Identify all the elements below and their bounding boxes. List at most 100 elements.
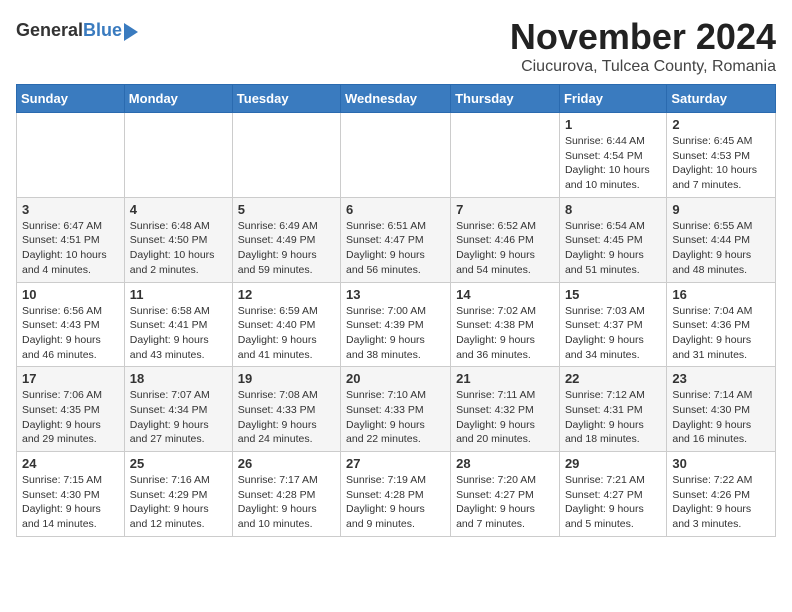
logo-general-text: General <box>16 20 83 41</box>
calendar-day-cell: 9 Sunrise: 6:55 AM Sunset: 4:44 PM Daylig… <box>667 197 776 282</box>
day-info: Sunrise: 6:56 AM Sunset: 4:43 PM Dayligh… <box>22 304 119 363</box>
calendar-day-cell: 19Sunrise: 7:08 AM Sunset: 4:33 PM Dayli… <box>232 367 340 452</box>
weekday-header: Monday <box>124 85 232 113</box>
day-number: 27 <box>346 456 445 471</box>
day-info: Sunrise: 7:19 AM Sunset: 4:28 PM Dayligh… <box>346 473 445 532</box>
calendar-day-cell: 1 Sunrise: 6:44 AM Sunset: 4:54 PM Daylig… <box>559 113 666 198</box>
day-info: Sunrise: 7:06 AM Sunset: 4:35 PM Dayligh… <box>22 388 119 447</box>
day-number: 26 <box>238 456 335 471</box>
day-info: Sunrise: 7:07 AM Sunset: 4:34 PM Dayligh… <box>130 388 227 447</box>
day-info: Sunrise: 6:44 AM Sunset: 4:54 PM Dayligh… <box>565 134 661 193</box>
day-number: 1 <box>565 117 661 132</box>
day-info: Sunrise: 6:54 AM Sunset: 4:45 PM Dayligh… <box>565 219 661 278</box>
calendar-day-cell: 5Sunrise: 6:49 AM Sunset: 4:49 PM Daylig… <box>232 197 340 282</box>
day-number: 9 <box>672 202 770 217</box>
calendar-day-cell: 7Sunrise: 6:52 AM Sunset: 4:46 PM Daylig… <box>451 197 560 282</box>
day-number: 3 <box>22 202 119 217</box>
weekday-header: Thursday <box>451 85 560 113</box>
day-number: 2 <box>672 117 770 132</box>
calendar-day-cell: 16 Sunrise: 7:04 AM Sunset: 4:36 PM Dayli… <box>667 282 776 367</box>
month-year-title: November 2024 <box>510 16 776 58</box>
day-number: 21 <box>456 371 554 386</box>
day-info: Sunrise: 6:49 AM Sunset: 4:49 PM Dayligh… <box>238 219 335 278</box>
day-number: 17 <box>22 371 119 386</box>
weekday-header: Saturday <box>667 85 776 113</box>
day-number: 20 <box>346 371 445 386</box>
calendar-day-cell: 21 Sunrise: 7:11 AM Sunset: 4:32 PM Dayli… <box>451 367 560 452</box>
day-number: 25 <box>130 456 227 471</box>
calendar-day-cell: 18 Sunrise: 7:07 AM Sunset: 4:34 PM Dayli… <box>124 367 232 452</box>
day-info: Sunrise: 6:48 AM Sunset: 4:50 PM Dayligh… <box>130 219 227 278</box>
day-info: Sunrise: 6:45 AM Sunset: 4:53 PM Dayligh… <box>672 134 770 193</box>
calendar-header-row: SundayMondayTuesdayWednesdayThursdayFrid… <box>17 85 776 113</box>
day-number: 10 <box>22 287 119 302</box>
day-info: Sunrise: 7:17 AM Sunset: 4:28 PM Dayligh… <box>238 473 335 532</box>
day-number: 28 <box>456 456 554 471</box>
day-number: 18 <box>130 371 227 386</box>
day-info: Sunrise: 7:08 AM Sunset: 4:33 PM Dayligh… <box>238 388 335 447</box>
day-number: 24 <box>22 456 119 471</box>
calendar-day-cell: 2 Sunrise: 6:45 AM Sunset: 4:53 PM Daylig… <box>667 113 776 198</box>
calendar-week-row: 1 Sunrise: 6:44 AM Sunset: 4:54 PM Daylig… <box>17 113 776 198</box>
day-number: 23 <box>672 371 770 386</box>
calendar-week-row: 3Sunrise: 6:47 AM Sunset: 4:51 PM Daylig… <box>17 197 776 282</box>
calendar-day-cell <box>451 113 560 198</box>
calendar-day-cell <box>124 113 232 198</box>
weekday-header: Friday <box>559 85 666 113</box>
calendar-day-cell <box>17 113 125 198</box>
calendar-day-cell: 30Sunrise: 7:22 AM Sunset: 4:26 PM Dayli… <box>667 452 776 537</box>
day-number: 22 <box>565 371 661 386</box>
day-number: 14 <box>456 287 554 302</box>
day-info: Sunrise: 7:03 AM Sunset: 4:37 PM Dayligh… <box>565 304 661 363</box>
day-number: 12 <box>238 287 335 302</box>
day-number: 7 <box>456 202 554 217</box>
calendar-day-cell: 11 Sunrise: 6:58 AM Sunset: 4:41 PM Dayli… <box>124 282 232 367</box>
logo: General Blue <box>16 20 138 41</box>
calendar-day-cell <box>232 113 340 198</box>
day-info: Sunrise: 7:20 AM Sunset: 4:27 PM Dayligh… <box>456 473 554 532</box>
day-info: Sunrise: 6:58 AM Sunset: 4:41 PM Dayligh… <box>130 304 227 363</box>
day-number: 4 <box>130 202 227 217</box>
day-info: Sunrise: 7:11 AM Sunset: 4:32 PM Dayligh… <box>456 388 554 447</box>
calendar-day-cell <box>341 113 451 198</box>
calendar-day-cell: 15 Sunrise: 7:03 AM Sunset: 4:37 PM Dayli… <box>559 282 666 367</box>
day-info: Sunrise: 7:21 AM Sunset: 4:27 PM Dayligh… <box>565 473 661 532</box>
day-info: Sunrise: 7:12 AM Sunset: 4:31 PM Dayligh… <box>565 388 661 447</box>
calendar-day-cell: 13Sunrise: 7:00 AM Sunset: 4:39 PM Dayli… <box>341 282 451 367</box>
weekday-header: Tuesday <box>232 85 340 113</box>
day-number: 15 <box>565 287 661 302</box>
calendar-day-cell: 25Sunrise: 7:16 AM Sunset: 4:29 PM Dayli… <box>124 452 232 537</box>
day-info: Sunrise: 6:51 AM Sunset: 4:47 PM Dayligh… <box>346 219 445 278</box>
day-info: Sunrise: 7:10 AM Sunset: 4:33 PM Dayligh… <box>346 388 445 447</box>
day-info: Sunrise: 7:04 AM Sunset: 4:36 PM Dayligh… <box>672 304 770 363</box>
calendar-day-cell: 17 Sunrise: 7:06 AM Sunset: 4:35 PM Dayli… <box>17 367 125 452</box>
calendar-day-cell: 14Sunrise: 7:02 AM Sunset: 4:38 PM Dayli… <box>451 282 560 367</box>
day-info: Sunrise: 6:55 AM Sunset: 4:44 PM Dayligh… <box>672 219 770 278</box>
calendar-day-cell: 27 Sunrise: 7:19 AM Sunset: 4:28 PM Dayli… <box>341 452 451 537</box>
day-number: 16 <box>672 287 770 302</box>
calendar-day-cell: 10 Sunrise: 6:56 AM Sunset: 4:43 PM Dayli… <box>17 282 125 367</box>
day-info: Sunrise: 7:15 AM Sunset: 4:30 PM Dayligh… <box>22 473 119 532</box>
calendar-day-cell: 23 Sunrise: 7:14 AM Sunset: 4:30 PM Dayli… <box>667 367 776 452</box>
day-info: Sunrise: 6:59 AM Sunset: 4:40 PM Dayligh… <box>238 304 335 363</box>
day-number: 11 <box>130 287 227 302</box>
calendar-day-cell: 6 Sunrise: 6:51 AM Sunset: 4:47 PM Daylig… <box>341 197 451 282</box>
logo-blue-text: Blue <box>83 20 122 41</box>
day-number: 29 <box>565 456 661 471</box>
weekday-header: Wednesday <box>341 85 451 113</box>
calendar-day-cell: 4 Sunrise: 6:48 AM Sunset: 4:50 PM Daylig… <box>124 197 232 282</box>
day-info: Sunrise: 7:00 AM Sunset: 4:39 PM Dayligh… <box>346 304 445 363</box>
calendar-day-cell: 8Sunrise: 6:54 AM Sunset: 4:45 PM Daylig… <box>559 197 666 282</box>
day-info: Sunrise: 7:14 AM Sunset: 4:30 PM Dayligh… <box>672 388 770 447</box>
calendar-day-cell: 24 Sunrise: 7:15 AM Sunset: 4:30 PM Dayli… <box>17 452 125 537</box>
calendar-week-row: 24 Sunrise: 7:15 AM Sunset: 4:30 PM Dayli… <box>17 452 776 537</box>
calendar-day-cell: 29 Sunrise: 7:21 AM Sunset: 4:27 PM Dayli… <box>559 452 666 537</box>
page-header: General Blue November 2024 Ciucurova, Tu… <box>16 16 776 76</box>
day-number: 30 <box>672 456 770 471</box>
location-subtitle: Ciucurova, Tulcea County, Romania <box>510 58 776 76</box>
day-number: 6 <box>346 202 445 217</box>
calendar-day-cell: 20 Sunrise: 7:10 AM Sunset: 4:33 PM Dayli… <box>341 367 451 452</box>
title-section: November 2024 Ciucurova, Tulcea County, … <box>510 16 776 76</box>
calendar-week-row: 10 Sunrise: 6:56 AM Sunset: 4:43 PM Dayli… <box>17 282 776 367</box>
logo-arrow-icon <box>124 23 138 41</box>
